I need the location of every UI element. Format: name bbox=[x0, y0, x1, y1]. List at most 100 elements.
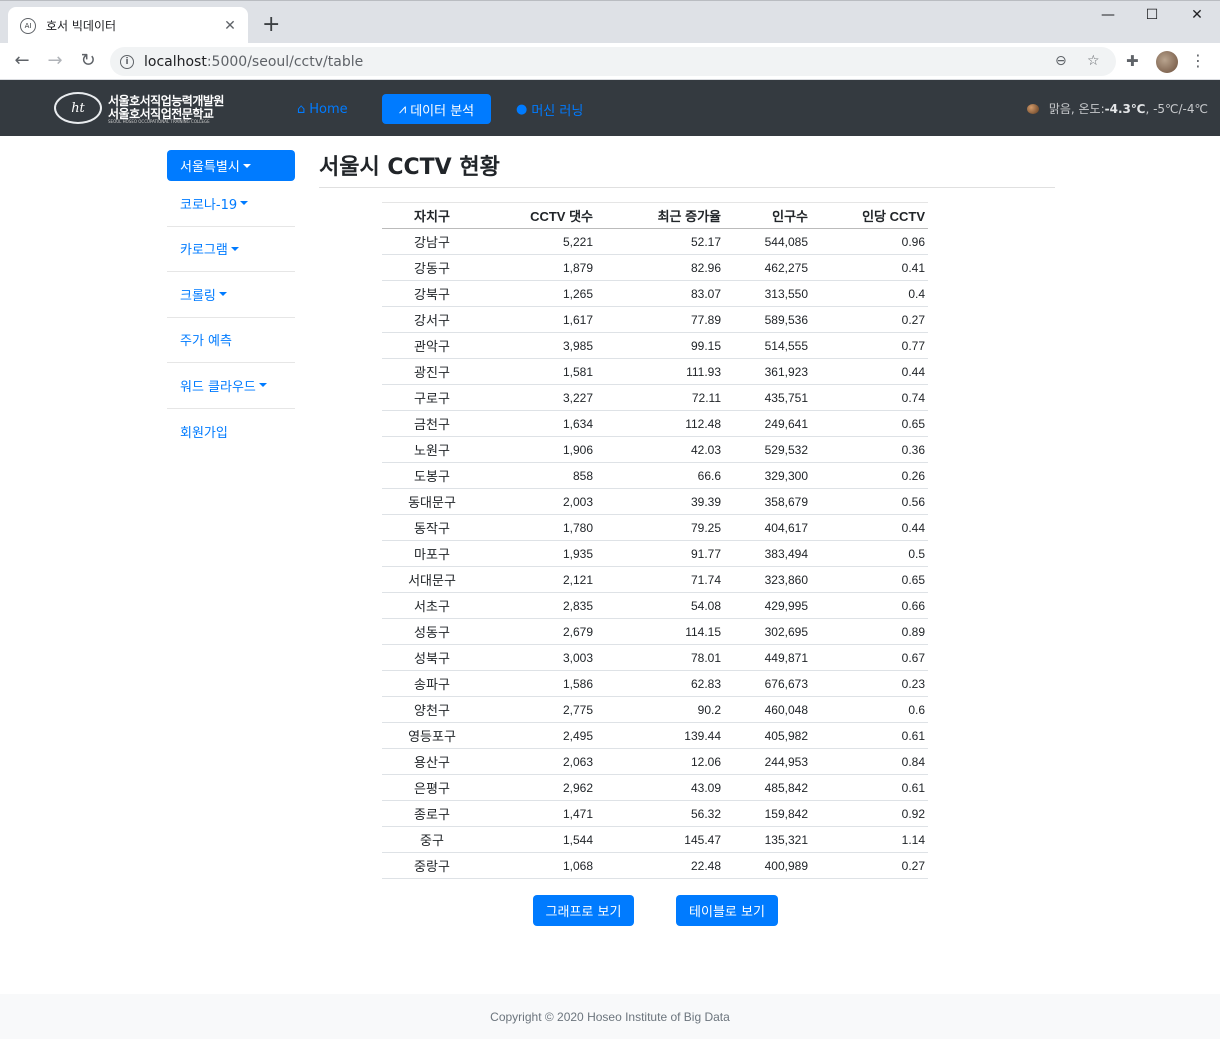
maximize-icon[interactable]: ☐ bbox=[1129, 7, 1175, 23]
table-cell: 0.6 bbox=[811, 696, 928, 723]
table-cell: 2,063 bbox=[482, 748, 596, 775]
table-cell: 마포구 bbox=[382, 540, 482, 567]
view-graph-button[interactable]: 그래프로 보기 bbox=[533, 895, 634, 926]
table-cell: 영등포구 bbox=[382, 722, 482, 749]
reload-icon[interactable]: ↻ bbox=[76, 50, 100, 72]
table-cell: 514,555 bbox=[724, 332, 811, 359]
sidebar-item-signup[interactable]: 회원가입 bbox=[167, 409, 295, 455]
table-cell: 1,906 bbox=[482, 436, 596, 463]
footer-copyright: Copyright © 2020 Hoseo Institute of Big … bbox=[0, 994, 1220, 1039]
table-cell: 302,695 bbox=[724, 618, 811, 645]
table-cell: 1,581 bbox=[482, 358, 596, 385]
table-cell: 77.89 bbox=[596, 306, 724, 333]
table-row: 동대문구 2,003 39.39 358,679 0.56 bbox=[382, 488, 928, 515]
browser-tab[interactable]: AI 호서 빅데이터 ✕ bbox=[8, 7, 248, 44]
table-cell: 1,879 bbox=[482, 254, 596, 281]
table-cell: 99.15 bbox=[596, 332, 724, 359]
forward-icon[interactable]: → bbox=[43, 50, 67, 72]
caret-down-icon bbox=[258, 383, 267, 388]
table-cell: 135,321 bbox=[724, 826, 811, 853]
sidebar-item-label: 회원가입 bbox=[180, 425, 228, 441]
profile-avatar[interactable] bbox=[1156, 51, 1178, 73]
sidebar-item-covid[interactable]: 코로나-19 bbox=[167, 181, 295, 227]
table-cell: 43.09 bbox=[596, 774, 724, 801]
table-cell: 금천구 bbox=[382, 410, 482, 437]
browser-menu-icon[interactable]: ⋮ bbox=[1190, 51, 1206, 70]
table-cell: 62.83 bbox=[596, 670, 724, 697]
sidebar: 서울특별시 코로나-19 카로그램 크롤링 주가 예측 워드 클라우드 회원가입 bbox=[167, 150, 295, 454]
site-logo[interactable]: ht 서울호서직업능력개발원 서울호서직업전문학교 SEOUL HOSEO OC… bbox=[54, 90, 224, 126]
new-tab-icon[interactable]: + bbox=[262, 14, 280, 36]
table-cell: 0.41 bbox=[811, 254, 928, 281]
table-cell: 244,953 bbox=[724, 748, 811, 775]
table-cell: 0.77 bbox=[811, 332, 928, 359]
nav-home-link[interactable]: ⌂ Home bbox=[297, 94, 348, 124]
bookmark-star-icon[interactable]: ☆ bbox=[1087, 53, 1100, 69]
site-info-icon[interactable]: i bbox=[120, 54, 134, 69]
table-cell: 0.4 bbox=[811, 280, 928, 307]
sidebar-item-label: 카로그램 bbox=[180, 243, 228, 259]
back-icon[interactable]: ← bbox=[10, 50, 34, 72]
sidebar-item-wordcloud[interactable]: 워드 클라우드 bbox=[167, 363, 295, 409]
address-bar[interactable]: i localhost:5000/seoul/cctv/table ⊖ ☆ bbox=[110, 47, 1116, 76]
table-cell: 중구 bbox=[382, 826, 482, 853]
table-row: 은평구 2,962 43.09 485,842 0.61 bbox=[382, 774, 928, 801]
sidebar-item-label: 코로나-19 bbox=[180, 197, 238, 213]
table-cell: 435,751 bbox=[724, 384, 811, 411]
table-cell: 0.61 bbox=[811, 722, 928, 749]
nav-machine-learning-link[interactable]: ● 머신 러닝 bbox=[516, 94, 583, 124]
table-cell: 361,923 bbox=[724, 358, 811, 385]
table-cell: 0.65 bbox=[811, 566, 928, 593]
page-title: 서울시 CCTV 현황 bbox=[319, 155, 500, 180]
table-row: 종로구 1,471 56.32 159,842 0.92 bbox=[382, 800, 928, 827]
view-table-button[interactable]: 테이블로 보기 bbox=[676, 895, 778, 926]
sidebar-item-crawling[interactable]: 크롤링 bbox=[167, 272, 295, 318]
table-row: 금천구 1,634 112.48 249,641 0.65 bbox=[382, 410, 928, 437]
table-cell: 460,048 bbox=[724, 696, 811, 723]
close-window-icon[interactable]: ✕ bbox=[1174, 7, 1220, 23]
sidebar-item-stock[interactable]: 주가 예측 bbox=[167, 318, 295, 363]
table-cell: 중랑구 bbox=[382, 852, 482, 879]
table-cell: 강동구 bbox=[382, 254, 482, 281]
table-row: 중구 1,544 145.47 135,321 1.14 bbox=[382, 826, 928, 853]
table-cell: 0.5 bbox=[811, 540, 928, 567]
table-cell: 1,471 bbox=[482, 800, 596, 827]
table-cell: 2,003 bbox=[482, 488, 596, 515]
table-cell: 동대문구 bbox=[382, 488, 482, 515]
table-row: 강남구 5,221 52.17 544,085 0.96 bbox=[382, 228, 928, 255]
col-header-population: 인구수 bbox=[724, 202, 811, 229]
table-cell: 404,617 bbox=[724, 514, 811, 541]
zoom-icon[interactable]: ⊖ bbox=[1055, 53, 1067, 69]
table-cell: 0.27 bbox=[811, 852, 928, 879]
table-cell: 1,634 bbox=[482, 410, 596, 437]
table-cell: 139.44 bbox=[596, 722, 724, 749]
caret-down-icon bbox=[242, 163, 251, 168]
logo-line3: SEOUL HOSEO OCCUPATIONAL TRAINING COLLEG… bbox=[108, 119, 210, 124]
extensions-icon[interactable]: ✚ bbox=[1126, 52, 1139, 70]
table-cell: 2,121 bbox=[482, 566, 596, 593]
table-cell: 3,227 bbox=[482, 384, 596, 411]
table-row: 구로구 3,227 72.11 435,751 0.74 bbox=[382, 384, 928, 411]
table-cell: 1,617 bbox=[482, 306, 596, 333]
sidebar-item-cartogram[interactable]: 카로그램 bbox=[167, 227, 295, 272]
table-cell: 0.44 bbox=[811, 514, 928, 541]
caret-down-icon bbox=[230, 246, 239, 251]
table-cell: 0.26 bbox=[811, 462, 928, 489]
sidebar-item-seoul[interactable]: 서울특별시 bbox=[167, 150, 295, 181]
table-cell: 0.23 bbox=[811, 670, 928, 697]
table-cell: 용산구 bbox=[382, 748, 482, 775]
table-cell: 83.07 bbox=[596, 280, 724, 307]
table-cell: 39.39 bbox=[596, 488, 724, 515]
table-cell: 강서구 bbox=[382, 306, 482, 333]
url-host: localhost bbox=[144, 53, 207, 70]
table-row: 양천구 2,775 90.2 460,048 0.6 bbox=[382, 696, 928, 723]
table-row: 마포구 1,935 91.77 383,494 0.5 bbox=[382, 540, 928, 567]
table-cell: 485,842 bbox=[724, 774, 811, 801]
table-cell: 54.08 bbox=[596, 592, 724, 619]
table-cell: 도봉구 bbox=[382, 462, 482, 489]
nav-data-analysis-link[interactable]: ⩘ 데이터 분석 bbox=[382, 94, 491, 124]
table-cell: 358,679 bbox=[724, 488, 811, 515]
minimize-icon[interactable]: — bbox=[1085, 7, 1131, 23]
close-tab-icon[interactable]: ✕ bbox=[222, 18, 238, 34]
table-cell: 449,871 bbox=[724, 644, 811, 671]
